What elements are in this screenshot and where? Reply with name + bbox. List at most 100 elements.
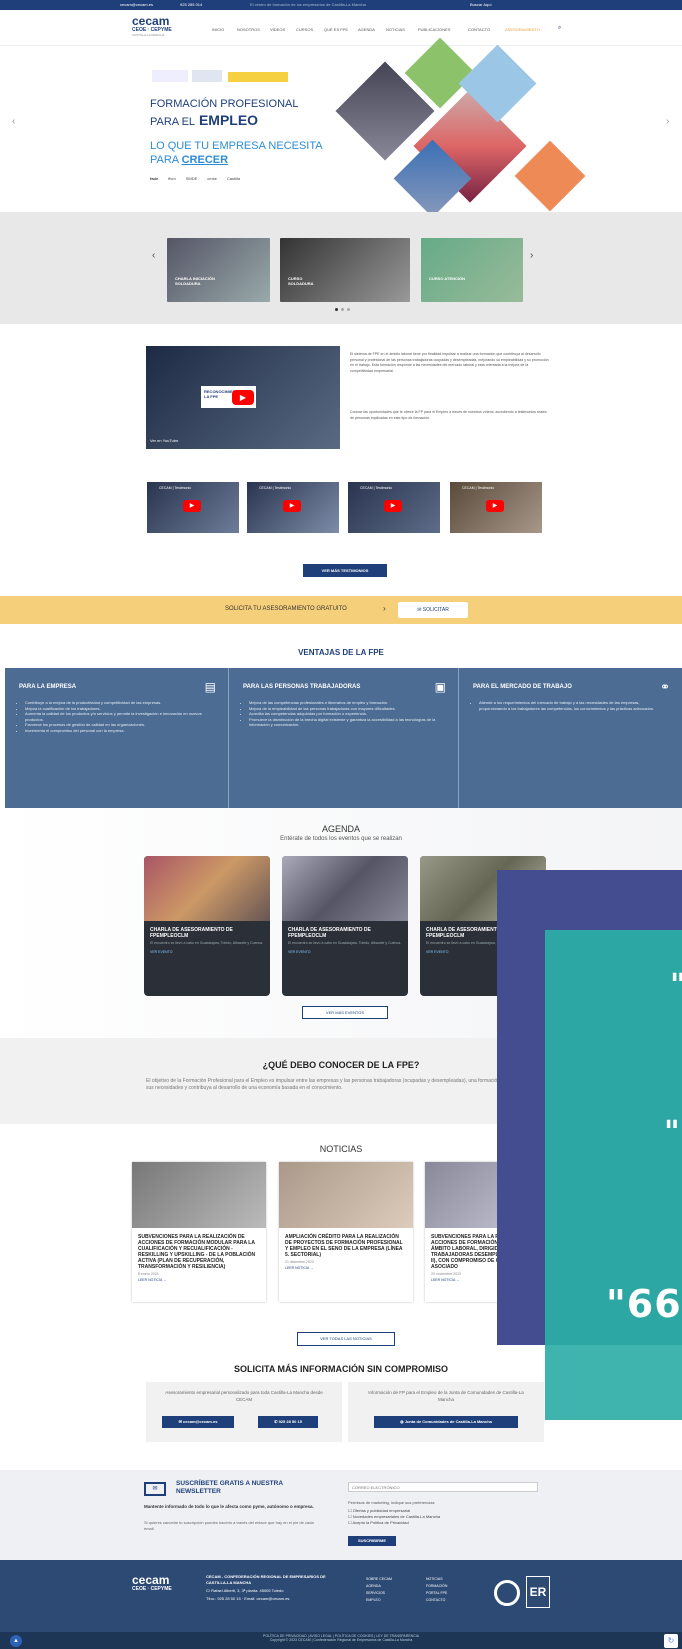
nav-item[interactable]: NOTICIAS (386, 27, 405, 32)
more-events-button[interactable]: VER MÁS EVENTOS (302, 1006, 388, 1019)
nav-item[interactable]: INICIO (212, 27, 224, 32)
nav-item-asesoramiento[interactable]: ASESORAMIENTO (505, 27, 540, 32)
more-news-button[interactable]: VER TODAS LAS NOTICIAS (297, 1332, 395, 1346)
video-thumb[interactable]: CECAM | Testimonio ▶ (147, 482, 239, 533)
newsletter-section: ✉ SUSCRÍBETE GRATIS A NUESTRA NEWSLETTER… (0, 1470, 682, 1560)
handshake-icon: ⚭ (659, 680, 670, 694)
partner-logo (152, 70, 188, 82)
newsletter-icon: ✉ (144, 1482, 166, 1496)
nav-item[interactable]: VÍDEOS (270, 27, 285, 32)
ventajas-panel: ▤ PARA LA EMPRESA Contribuye a la mejora… (5, 668, 682, 808)
video-thumb[interactable]: CECAM | Testimonio ▶ (450, 482, 542, 533)
nav-item[interactable]: QUÉ ES FPE (324, 27, 348, 32)
partner-logos: fade ffcm SMDE cmse Castilla (150, 176, 240, 181)
email-button[interactable]: ✉ cecam@cecam.es (162, 1416, 234, 1428)
conocer-text: El objetivo de la Formación Profesional … (146, 1078, 536, 1091)
hero-line2: PARA EL EMPLEO (150, 112, 259, 128)
carousel-item[interactable]: CHARLA INICIACIÓN SOLDADURA (167, 238, 270, 302)
er-certification-icon: ER (526, 1576, 550, 1608)
news-image (279, 1162, 413, 1228)
footer-link[interactable]: NOTICIAS (426, 1576, 447, 1583)
carousel-item[interactable]: CURSO SOLDADURA (280, 238, 410, 302)
copyright: Copyright © 2023 CECAM | Confederación R… (269, 1638, 413, 1642)
topbar-search[interactable]: Buscar Aquí (470, 2, 492, 7)
shop-icon: ▤ (204, 680, 216, 694)
footer-link[interactable]: SOBRE CECAM (366, 1576, 392, 1583)
logo[interactable]: cecam CEOE · CEPYME CASTILLA-LA MANCHA (132, 15, 180, 41)
footer-logo[interactable]: cecam CEOE · CEPYME (132, 1574, 172, 1592)
solicita-box-junta: Información de FP para el Empleo de la J… (348, 1382, 544, 1442)
chevron-left-icon[interactable]: ‹ (152, 250, 155, 261)
footer-link[interactable]: EMPLEO (366, 1597, 392, 1604)
ventaja-col-mercado: ⚭ PARA EL MERCADO DE TRABAJO Atiende a l… (459, 668, 682, 808)
topbar-tagline: El centro de formación de los empresario… (250, 2, 366, 7)
hero-line4: PARA CRECER (150, 154, 229, 166)
bottom-bar: POLÍTICA DE PRIVACIDAD | AVISO LEGAL | P… (0, 1632, 682, 1649)
mail-icon: ✉ (178, 1419, 182, 1424)
newsletter-email-input[interactable] (348, 1482, 538, 1492)
asesoramiento-label: SOLICITA TU ASESORAMIENTO GRATUITO (225, 606, 347, 612)
footer-links-2: NOTICIAS FORMACIÓN PORTAL FPE CONTACTO (426, 1576, 447, 1604)
carousel-dots[interactable] (335, 308, 350, 311)
more-testimonials-button[interactable]: VER MÁS TESTIMONIOS (303, 564, 387, 577)
agenda-title: AGENDA (321, 824, 360, 834)
search-icon[interactable]: ⌕ (558, 25, 561, 32)
news-card[interactable]: AMPLIACIÓN CRÉDITO PARA LA REALIZACIÓN D… (279, 1162, 413, 1302)
asesoramiento-bar: SOLICITA TU ASESORAMIENTO GRATUITO › ✉ S… (0, 596, 682, 624)
hero-slider: ‹ › FORMACIÓN PROFESIONAL PARA EL EMPLEO… (0, 37, 682, 218)
subscribe-button[interactable]: SUSCRIBIRME (348, 1536, 396, 1546)
fpe-intro-text: El sistema de FPE en el ámbito laboral t… (350, 352, 549, 373)
logo-main: cecam (132, 14, 170, 28)
topbar-email[interactable]: cecam@cecam.es (120, 2, 153, 7)
play-icon: ▶ (384, 500, 402, 512)
nav-item[interactable]: PUBLICACIONES (418, 27, 450, 32)
news-card[interactable]: SUBVENCIONES PARA LA REALIZACIÓN DE ACCI… (132, 1162, 266, 1302)
logo-caption: CASTILLA-LA MANCHA (132, 33, 165, 37)
footer-address: C/ Rafael Alberti, 3, 3ª planta. 45005 T… (206, 1588, 284, 1593)
video-thumb[interactable]: CECAM | Testimonio ▶ (348, 482, 440, 533)
phone-button[interactable]: ✆ 925 28 50 15 (258, 1416, 318, 1428)
nav-item[interactable]: AGENDA (358, 27, 375, 32)
top-bar: cecam@cecam.es 925 285 014 El centro de … (0, 0, 682, 10)
youtube-link[interactable]: Ver en YouTube (150, 438, 178, 443)
video-thumb[interactable]: CECAM | Testimonio ▶ (247, 482, 339, 533)
solicitar-button[interactable]: ✉ SOLICITAR (398, 602, 468, 618)
newsletter-note: Si quieres cancelar tu suscripción puede… (144, 1520, 314, 1531)
junta-button[interactable]: ◍ Junta de Comunidades de Castilla-La Ma… (374, 1416, 518, 1428)
prefs-options: ☐ Ofertas y publicidad empresarial ☐ Nov… (348, 1508, 440, 1526)
agenda-subtitle: Entérate de todos los eventos que se rea… (280, 836, 402, 842)
nav-item[interactable]: CURSOS (296, 27, 313, 32)
nav-item[interactable]: NOSOTROS (237, 27, 260, 32)
course-carousel: ‹ › CHARLA INICIACIÓN SOLDADURA CURSO SO… (0, 212, 682, 324)
agenda-card[interactable]: CHARLA DE ASESORAMIENTO DE FPEMPLEOCLM E… (144, 856, 270, 996)
video-section: RECONOCIMIENTO DE LA FPE ▶ Ver en YouTub… (0, 324, 682, 594)
footer-link[interactable]: SERVICIOS (366, 1590, 392, 1597)
topbar-phone[interactable]: 925 285 014 (180, 2, 202, 7)
footer-link[interactable]: PORTAL FPE (426, 1590, 447, 1597)
checkbox-option[interactable]: ☐ Acepto la Política de Privacidad (348, 1520, 440, 1526)
agenda-card[interactable]: CHARLA DE ASESORAMIENTO DE FPEMPLEOCLM E… (282, 856, 408, 996)
footer-link[interactable]: CONTACTO (426, 1597, 447, 1604)
chevron-right-icon[interactable]: › (530, 250, 533, 261)
play-icon[interactable]: ▶ (232, 390, 254, 405)
main-video[interactable]: RECONOCIMIENTO DE LA FPE ▶ Ver en YouTub… (146, 346, 340, 449)
footer: cecam CEOE · CEPYME CECAM - CONFEDERACIÓ… (0, 1560, 682, 1632)
prefs-label: Permisos de marketing, indique sus prefe… (348, 1500, 435, 1505)
chevron-left-icon[interactable]: ‹ (12, 116, 15, 127)
play-icon: ▶ (183, 500, 201, 512)
carousel-item[interactable]: CURSO ATENCIÓN (421, 238, 523, 302)
scroll-top-icon[interactable]: ▲ (10, 1635, 22, 1647)
footer-links-1: SOBRE CECAM AGENDA SERVICIOS EMPLEO (366, 1576, 392, 1604)
nav-item[interactable]: CONTACTO (468, 27, 490, 32)
event-image (282, 856, 408, 921)
footer-link[interactable]: AGENDA (366, 1583, 392, 1590)
footer-link[interactable]: FORMACIÓN (426, 1583, 447, 1590)
news-image (132, 1162, 266, 1228)
gobierno-logo (228, 72, 288, 82)
play-icon: ▶ (283, 500, 301, 512)
chevron-right-icon[interactable]: › (666, 116, 669, 127)
chevron-right-icon: › (383, 604, 386, 613)
globe-icon: ◍ (400, 1419, 404, 1424)
event-image (144, 856, 270, 921)
hero-line3: LO QUE TU EMPRESA NECESITA (150, 140, 323, 152)
